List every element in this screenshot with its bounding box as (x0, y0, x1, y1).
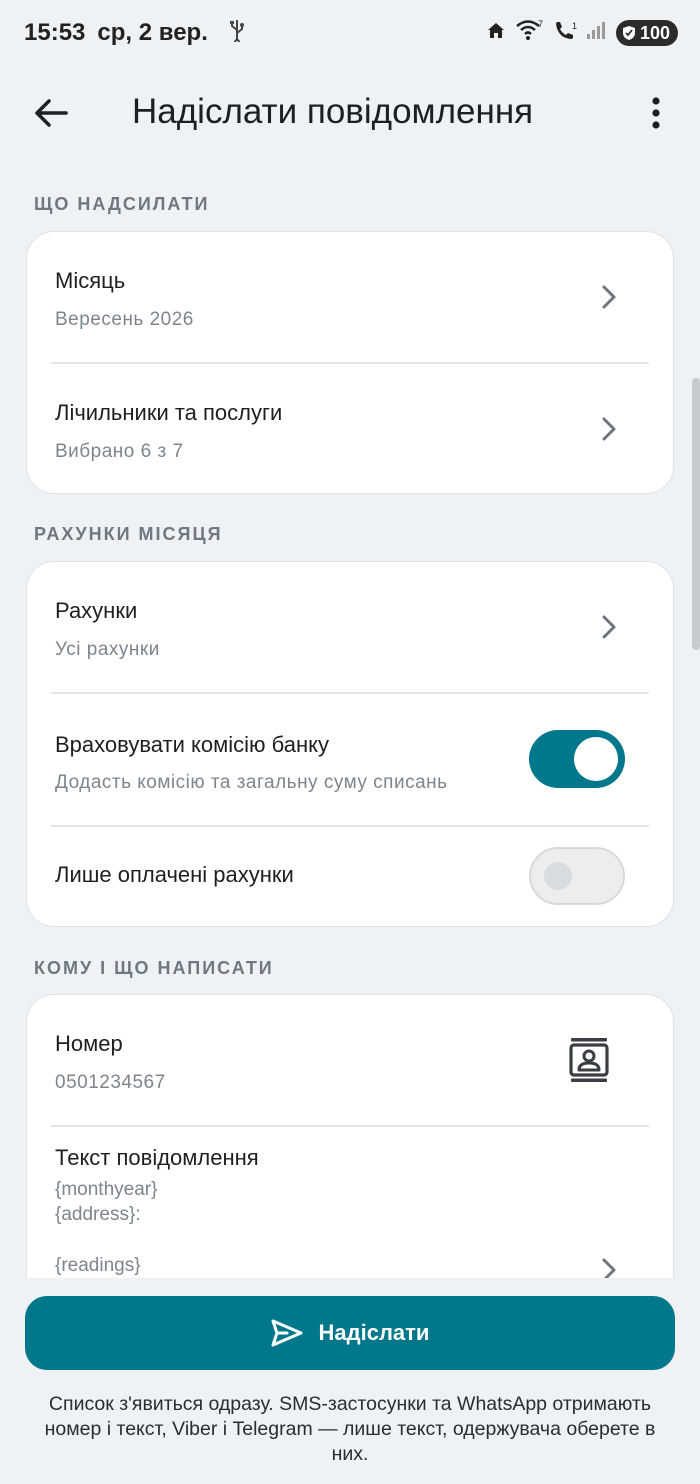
month-value: Вересень 2026 (55, 309, 194, 330)
more-options-button[interactable] (640, 90, 672, 136)
chevron-right-icon (602, 615, 616, 639)
commission-row[interactable]: Враховувати комісію банку Додасть комісі… (27, 693, 673, 825)
hint-text: Список з'явиться одразу. SMS-застосунки … (44, 1393, 656, 1465)
number-title: Номер (55, 1031, 123, 1056)
commission-description: Додасть комісію та загальну суму списань (55, 772, 448, 793)
status-bar: 15:53 ср, 2 вер. 7 1 100 (0, 0, 700, 66)
status-date: ср, 2 вер. (97, 19, 208, 46)
toggle-knob (544, 862, 572, 890)
paid-only-row[interactable]: Лише оплачені рахунки (27, 826, 673, 926)
section-header-message: КОМУ І ЩО НАПИСАТИ (34, 958, 274, 978)
commission-title: Враховувати комісію банку (55, 732, 329, 757)
card-bills: Рахунки Усі рахунки Враховувати комісію … (26, 561, 674, 927)
message-text-title: Текст повідомлення (55, 1145, 259, 1170)
message-line: {readings} (55, 1255, 141, 1276)
bottom-panel: Надіслати Список з'явиться одразу. SMS-з… (0, 1278, 700, 1484)
paid-only-title: Лише оплачені рахунки (55, 862, 294, 887)
card-what: Місяць Вересень 2026 Лічильники та послу… (26, 231, 674, 494)
number-row[interactable]: Номер 0501234567 (27, 995, 673, 1125)
section-header-what: ЩО НАДСИЛАТИ (34, 194, 210, 214)
svg-text:7: 7 (538, 19, 543, 29)
scrollbar[interactable] (692, 378, 700, 650)
send-button-label: Надіслати (318, 1320, 430, 1345)
paid-only-toggle[interactable] (529, 847, 625, 905)
usb-icon (228, 18, 246, 49)
message-line: {monthyear} (55, 1179, 158, 1200)
meters-row[interactable]: Лічильники та послуги Вибрано 6 з 7 (27, 363, 673, 493)
app-bar: Надіслати повідомлення (0, 76, 700, 150)
chevron-right-icon (602, 417, 616, 441)
card-message: Номер 0501234567 Текст повідомлення {mon… (26, 994, 674, 1324)
more-vert-icon (652, 97, 660, 129)
bills-row[interactable]: Рахунки Усі рахунки (27, 562, 673, 692)
svg-text:1: 1 (572, 21, 577, 31)
contacts-icon[interactable] (567, 1036, 611, 1084)
commission-toggle[interactable] (529, 730, 625, 788)
send-button[interactable]: Надіслати (25, 1296, 675, 1370)
number-value: 0501234567 (55, 1072, 166, 1093)
send-icon (271, 1319, 303, 1347)
section-header-bills: РАХУНКИ МІСЯЦЯ (34, 524, 223, 544)
month-row[interactable]: Місяць Вересень 2026 (27, 232, 673, 362)
wifi-call-icon: 1 (552, 18, 578, 49)
arrow-left-icon (35, 99, 68, 127)
battery-level: 100 (639, 22, 670, 43)
wifi-icon: 7 (514, 18, 544, 49)
back-button[interactable] (28, 90, 74, 136)
meters-title: Лічильники та послуги (55, 400, 283, 425)
battery-icon: 100 (615, 20, 678, 46)
toggle-knob (574, 737, 618, 781)
bills-value: Усі рахунки (55, 639, 160, 660)
signal-icon (586, 19, 608, 48)
home-icon (486, 19, 506, 47)
month-title: Місяць (55, 268, 126, 293)
page-title: Надіслати повідомлення (132, 92, 534, 131)
chevron-right-icon (602, 285, 616, 309)
bills-title: Рахунки (55, 598, 138, 623)
meters-value: Вибрано 6 з 7 (55, 441, 184, 462)
status-time: 15:53 (24, 19, 86, 46)
message-line: {address}: (55, 1204, 141, 1225)
